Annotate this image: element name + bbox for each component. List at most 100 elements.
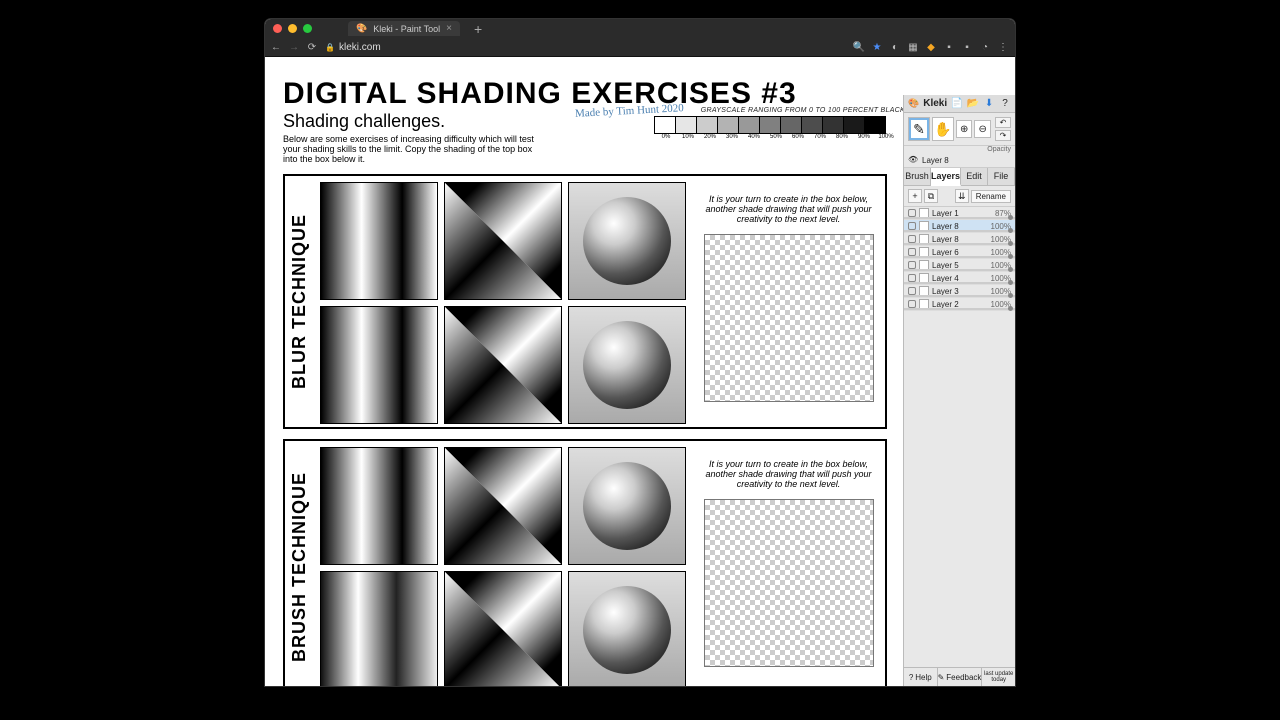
grayscale-scale: GRAYSCALE RANGING FROM 0 TO 100 PERCENT …: [655, 107, 905, 140]
practice-area: It is your turn to create in the box bel…: [692, 176, 885, 427]
tool-row: ✎ ✋ ⊕ ⊖ ↶ ↷: [904, 113, 1015, 146]
student-diagonal[interactable]: [444, 571, 562, 686]
layer-row[interactable]: Layer 8100%: [904, 220, 1015, 233]
url-text: kleki.com: [339, 42, 381, 53]
profile-icon[interactable]: ◔: [979, 41, 991, 53]
new-tab-button[interactable]: +: [474, 21, 482, 37]
add-layer-button[interactable]: +: [908, 189, 922, 203]
window-maximize-icon[interactable]: [303, 24, 312, 33]
brand-label: Kleki: [923, 98, 947, 109]
current-layer-name: Layer 8: [922, 156, 949, 165]
exercise-label: BRUSH TECHNIQUE: [285, 441, 314, 686]
hand-tool[interactable]: ✋: [932, 117, 954, 141]
exercise-blur: BLUR TECHNIQUE It is your turn to create…: [283, 174, 887, 429]
save-icon[interactable]: 📂: [967, 98, 979, 110]
layer-row[interactable]: Layer 187%: [904, 207, 1015, 220]
panel-tabs: Brush Layers Edit File: [904, 168, 1015, 186]
sample-gradient: [320, 182, 438, 300]
brush-tool[interactable]: ✎: [908, 117, 930, 141]
titlebar: 🎨 Kleki - Paint Tool × +: [265, 19, 1015, 38]
browser-window: 🎨 Kleki - Paint Tool × + ← → ⟳ 🔒 kleki.c…: [265, 19, 1015, 686]
layer-toolbar: + ⧉ ⇊ Rename: [904, 186, 1015, 207]
layer-list: Layer 187% Layer 8100% Layer 8100% Layer…: [904, 207, 1015, 311]
help-icon: ?: [909, 673, 913, 682]
download-icon[interactable]: ⬇: [983, 98, 995, 110]
exercise-brush: BRUSH TECHNIQUE It is your turn to creat…: [283, 439, 887, 686]
practice-area: It is your turn to create in the box bel…: [692, 441, 885, 686]
panel-header: 🎨 Kleki 📄 📂 ⬇ ?: [904, 95, 1015, 113]
scale-caption: GRAYSCALE RANGING FROM 0 TO 100 PERCENT …: [655, 107, 905, 114]
layer-row[interactable]: Layer 4100%: [904, 272, 1015, 285]
lock-icon: 🔒: [325, 43, 335, 52]
tab-file[interactable]: File: [988, 168, 1015, 185]
practice-canvas[interactable]: [704, 234, 874, 402]
extension-icon[interactable]: ▪: [943, 41, 955, 53]
sample-diagonal: [444, 182, 562, 300]
worksheet: DIGITAL SHADING EXERCISES #3 Shading cha…: [265, 57, 905, 686]
extension-icon[interactable]: ◐: [889, 41, 901, 53]
exercise-label: BLUR TECHNIQUE: [285, 176, 314, 427]
update-info: last update today: [982, 668, 1015, 686]
tab-title: Kleki - Paint Tool: [373, 24, 440, 34]
intro-text: Below are some exercises of increasing d…: [283, 134, 543, 164]
duplicate-layer-button[interactable]: ⧉: [924, 189, 938, 203]
practice-canvas[interactable]: [704, 499, 874, 667]
menu-icon[interactable]: ⋮: [997, 41, 1009, 53]
feedback-icon: ✎: [938, 673, 945, 682]
student-gradient[interactable]: [320, 306, 438, 424]
layer-row[interactable]: Layer 2100%: [904, 298, 1015, 311]
close-tab-icon[interactable]: ×: [446, 23, 452, 34]
bookmark-icon[interactable]: ★: [871, 41, 883, 53]
tab-brush[interactable]: Brush: [904, 168, 931, 185]
zoom-in-tool[interactable]: ⊕: [956, 120, 973, 138]
current-layer-row[interactable]: 👁 Layer 8: [904, 153, 1015, 168]
feedback-button[interactable]: ✎Feedback: [938, 668, 983, 686]
window-minimize-icon[interactable]: [288, 24, 297, 33]
student-diagonal[interactable]: [444, 306, 562, 424]
extension-icon[interactable]: ▪: [961, 41, 973, 53]
tab-layers[interactable]: Layers: [931, 168, 961, 186]
window-close-icon[interactable]: [273, 24, 282, 33]
student-sphere[interactable]: [568, 571, 686, 686]
help-button[interactable]: ?Help: [904, 668, 938, 686]
opacity-label: Opacity: [904, 146, 1015, 153]
sample-diagonal: [444, 447, 562, 565]
kleki-logo-icon: 🎨: [908, 98, 919, 109]
layer-row[interactable]: Layer 5100%: [904, 259, 1015, 272]
reload-button[interactable]: ⟳: [307, 42, 317, 52]
forward-button[interactable]: →: [289, 42, 299, 52]
kleki-panel: 🎨 Kleki 📄 📂 ⬇ ? ✎ ✋ ⊕ ⊖ ↶ ↷ Opacity 👁: [903, 95, 1015, 686]
swatch-row: [655, 116, 905, 134]
sample-gradient: [320, 447, 438, 565]
browser-tab[interactable]: 🎨 Kleki - Paint Tool ×: [348, 21, 460, 36]
extension-icon[interactable]: ◆: [925, 41, 937, 53]
eye-icon[interactable]: 👁: [908, 155, 918, 165]
layer-row[interactable]: Layer 3100%: [904, 285, 1015, 298]
layer-row[interactable]: Layer 8100%: [904, 233, 1015, 246]
merge-layer-button[interactable]: ⇊: [955, 189, 969, 203]
page-content: DIGITAL SHADING EXERCISES #3 Shading cha…: [265, 57, 1015, 686]
sample-sphere: [568, 447, 686, 565]
address-bar: ← → ⟳ 🔒 kleki.com 🔍 ★ ◐ ▦ ◆ ▪ ▪ ◔ ⋮: [265, 38, 1015, 57]
new-file-icon[interactable]: 📄: [951, 98, 963, 110]
page-title: DIGITAL SHADING EXERCISES #3: [283, 77, 887, 111]
rename-layer-button[interactable]: Rename: [971, 190, 1011, 203]
url-field[interactable]: 🔒 kleki.com: [325, 42, 845, 53]
search-icon[interactable]: 🔍: [853, 41, 865, 53]
student-gradient[interactable]: [320, 571, 438, 686]
swatch-labels: 0% 10% 20% 30% 40% 50% 60% 70% 80% 90% 1…: [655, 134, 905, 140]
zoom-out-tool[interactable]: ⊖: [974, 120, 991, 138]
undo-button[interactable]: ↶: [995, 117, 1011, 128]
back-button[interactable]: ←: [271, 42, 281, 52]
tab-edit[interactable]: Edit: [961, 168, 988, 185]
extension-icon[interactable]: ▦: [907, 41, 919, 53]
student-sphere[interactable]: [568, 306, 686, 424]
sample-grid: [314, 176, 692, 427]
panel-footer: ?Help ✎Feedback last update today: [904, 667, 1015, 686]
redo-button[interactable]: ↷: [995, 130, 1011, 141]
sample-sphere: [568, 182, 686, 300]
layer-row[interactable]: Layer 6100%: [904, 246, 1015, 259]
tab-favicon: 🎨: [356, 23, 367, 34]
help-icon[interactable]: ?: [999, 98, 1011, 110]
practice-prompt: It is your turn to create in the box bel…: [704, 194, 874, 224]
